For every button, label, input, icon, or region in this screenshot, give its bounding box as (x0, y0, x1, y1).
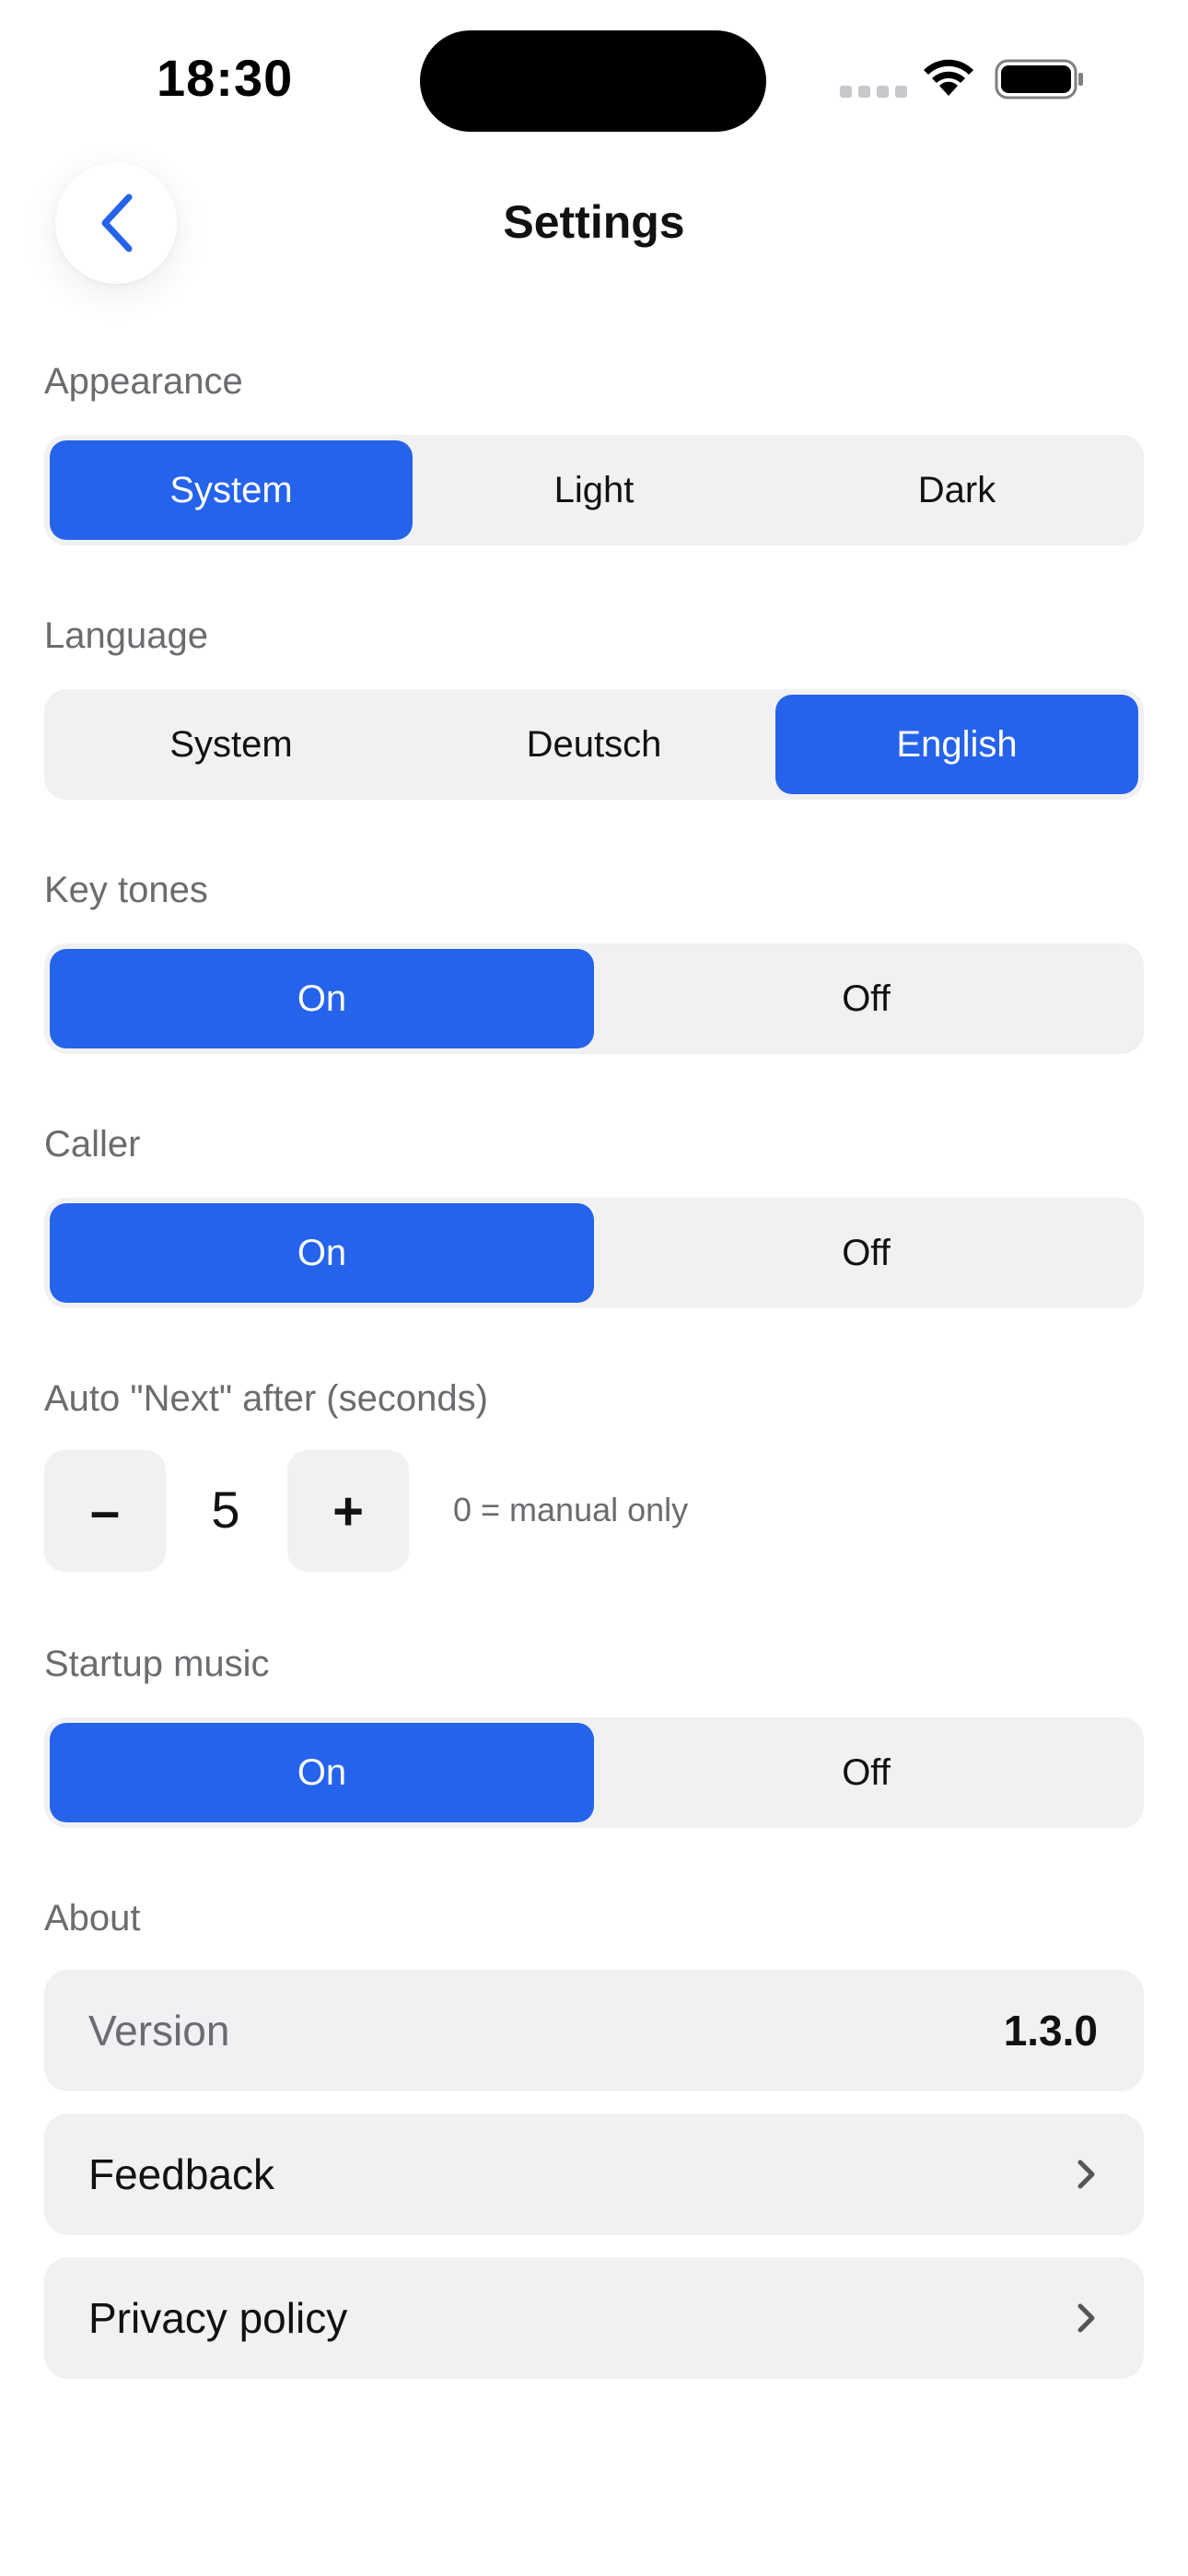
about-label: About (44, 1898, 141, 1938)
appearance-option-light[interactable]: Light (413, 440, 775, 540)
status-time: 18:30 (157, 49, 294, 107)
chevron-right-icon (1077, 2303, 1095, 2333)
version-label: Version (88, 2007, 230, 2055)
feedback-row[interactable]: Feedback (44, 2113, 1144, 2235)
caller-toggle: On Off (44, 1198, 1144, 1308)
startup-music-label: Startup music (44, 1644, 270, 1684)
startup-music-toggle: On Off (44, 1717, 1144, 1828)
auto-next-value: 5 (211, 1481, 240, 1539)
auto-next-label: Auto "Next" after (seconds) (44, 1378, 488, 1419)
key-tones-off[interactable]: Off (594, 949, 1138, 1048)
key-tones-toggle: On Off (44, 943, 1144, 1054)
language-segmented-control: System Deutsch English (44, 689, 1144, 800)
appearance-option-system[interactable]: System (50, 440, 413, 540)
feedback-label: Feedback (88, 2150, 275, 2198)
page-title: Settings (503, 196, 685, 248)
language-label: Language (44, 615, 208, 656)
key-tones-label: Key tones (44, 870, 208, 910)
dynamic-island (420, 30, 766, 132)
appearance-label: Appearance (44, 361, 243, 402)
startup-music-on[interactable]: On (50, 1723, 594, 1822)
caller-off[interactable]: Off (594, 1203, 1138, 1303)
chevron-right-icon (1077, 2160, 1095, 2189)
increment-button[interactable]: + (287, 1450, 409, 1572)
wifi-icon (924, 59, 973, 96)
caller-on[interactable]: On (50, 1203, 594, 1303)
language-option-system[interactable]: System (50, 695, 413, 794)
decrement-button[interactable]: – (44, 1450, 166, 1572)
key-tones-on[interactable]: On (50, 949, 594, 1048)
settings-screen: 18:30 Settings Appearance System Light D… (0, 0, 1188, 2576)
startup-music-off[interactable]: Off (594, 1723, 1138, 1822)
language-option-deutsch[interactable]: Deutsch (413, 695, 775, 794)
appearance-option-dark[interactable]: Dark (775, 440, 1138, 540)
caller-label: Caller (44, 1124, 141, 1165)
status-bar: 18:30 (0, 0, 1188, 157)
privacy-policy-row[interactable]: Privacy policy (44, 2257, 1144, 2379)
version-value: 1.3.0 (1003, 2007, 1098, 2055)
appearance-segmented-control: System Light Dark (44, 435, 1144, 545)
battery-icon (995, 59, 1083, 100)
auto-next-hint: 0 = manual only (453, 1491, 689, 1528)
cellular-signal-icon (840, 86, 907, 98)
version-row: Version 1.3.0 (44, 1970, 1144, 2091)
language-option-english[interactable]: English (775, 695, 1138, 794)
privacy-policy-label: Privacy policy (88, 2294, 348, 2342)
